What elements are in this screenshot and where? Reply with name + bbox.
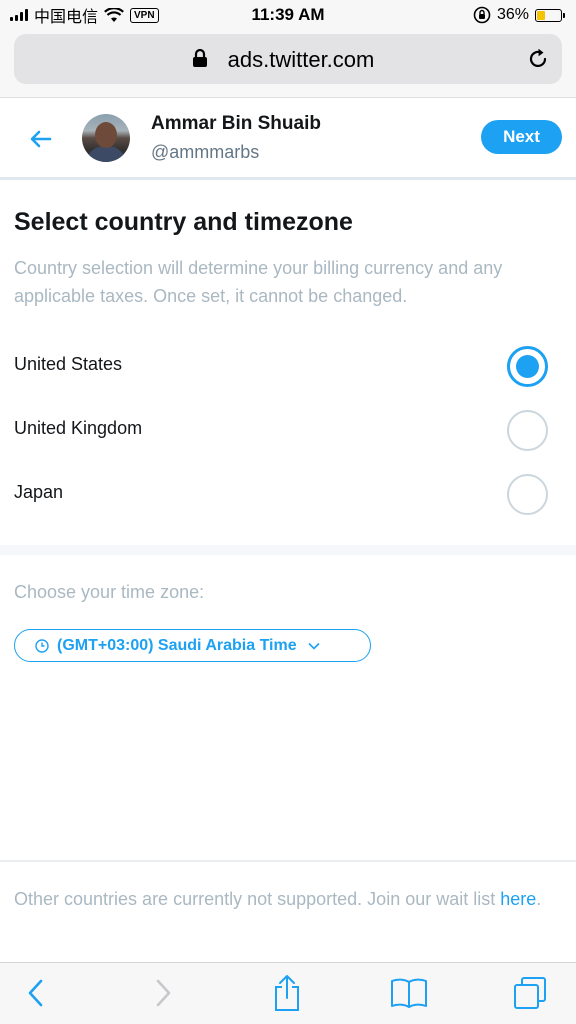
country-option-japan[interactable]: Japan <box>0 468 576 524</box>
avatar-head <box>95 122 117 148</box>
timezone-select[interactable]: (GMT+03:00) Saudi Arabia Time <box>14 629 371 662</box>
footer-note: Other countries are currently not suppor… <box>14 885 554 913</box>
country-option-united-states[interactable]: United States <box>0 340 576 396</box>
radio-japan[interactable] <box>507 474 548 515</box>
battery-percent: 36% <box>496 6 529 23</box>
chevron-down-icon <box>308 642 320 650</box>
toolbar-forward-icon[interactable] <box>143 973 183 1013</box>
timezone-label: Choose your time zone: <box>14 582 205 602</box>
bookmarks-icon[interactable] <box>389 973 429 1013</box>
status-right: 36% <box>473 5 565 25</box>
orientation-lock-icon <box>473 6 491 24</box>
user-handle: @ammmarbs <box>151 142 260 162</box>
tabs-icon[interactable] <box>510 973 550 1013</box>
country-option-united-kingdom[interactable]: United Kingdom <box>0 404 576 460</box>
avatar-body <box>86 146 126 162</box>
battery-icon <box>535 8 565 22</box>
browser-address-area: ads.twitter.com <box>0 30 576 98</box>
back-arrow-icon[interactable] <box>26 124 56 154</box>
toolbar-back-icon[interactable] <box>16 973 56 1013</box>
country-label: United Kingdom <box>14 418 143 438</box>
address-bar[interactable]: ads.twitter.com <box>14 34 562 84</box>
page-title: Select country and timezone <box>14 208 353 236</box>
country-label: United States <box>14 354 123 374</box>
page-header: Ammar Bin Shuaib @ammmarbs Next <box>0 98 576 180</box>
radio-united-states[interactable] <box>507 346 548 387</box>
reload-icon[interactable] <box>526 47 550 71</box>
battery-fill <box>537 10 546 20</box>
radio-united-kingdom[interactable] <box>507 410 548 451</box>
waitlist-link[interactable]: here <box>500 889 536 909</box>
clock-icon <box>35 638 49 653</box>
section-divider <box>0 545 576 555</box>
footer-note-suffix: . <box>536 889 542 909</box>
status-bar: 中国电信 VPN 11:39 AM 36% <box>0 0 576 30</box>
browser-toolbar <box>0 962 576 1024</box>
share-icon[interactable] <box>267 973 307 1013</box>
footer-divider <box>0 860 576 862</box>
country-label: Japan <box>14 482 64 502</box>
country-description: Country selection will determine your bi… <box>14 258 503 306</box>
url-text: ads.twitter.com <box>227 47 375 72</box>
avatar[interactable] <box>82 114 130 162</box>
next-button[interactable]: Next <box>481 120 562 154</box>
user-name: Ammar Bin Shuaib <box>151 113 321 134</box>
timezone-value: (GMT+03:00) Saudi Arabia Time <box>57 636 297 654</box>
footer-note-text: Other countries are currently not suppor… <box>14 889 501 909</box>
